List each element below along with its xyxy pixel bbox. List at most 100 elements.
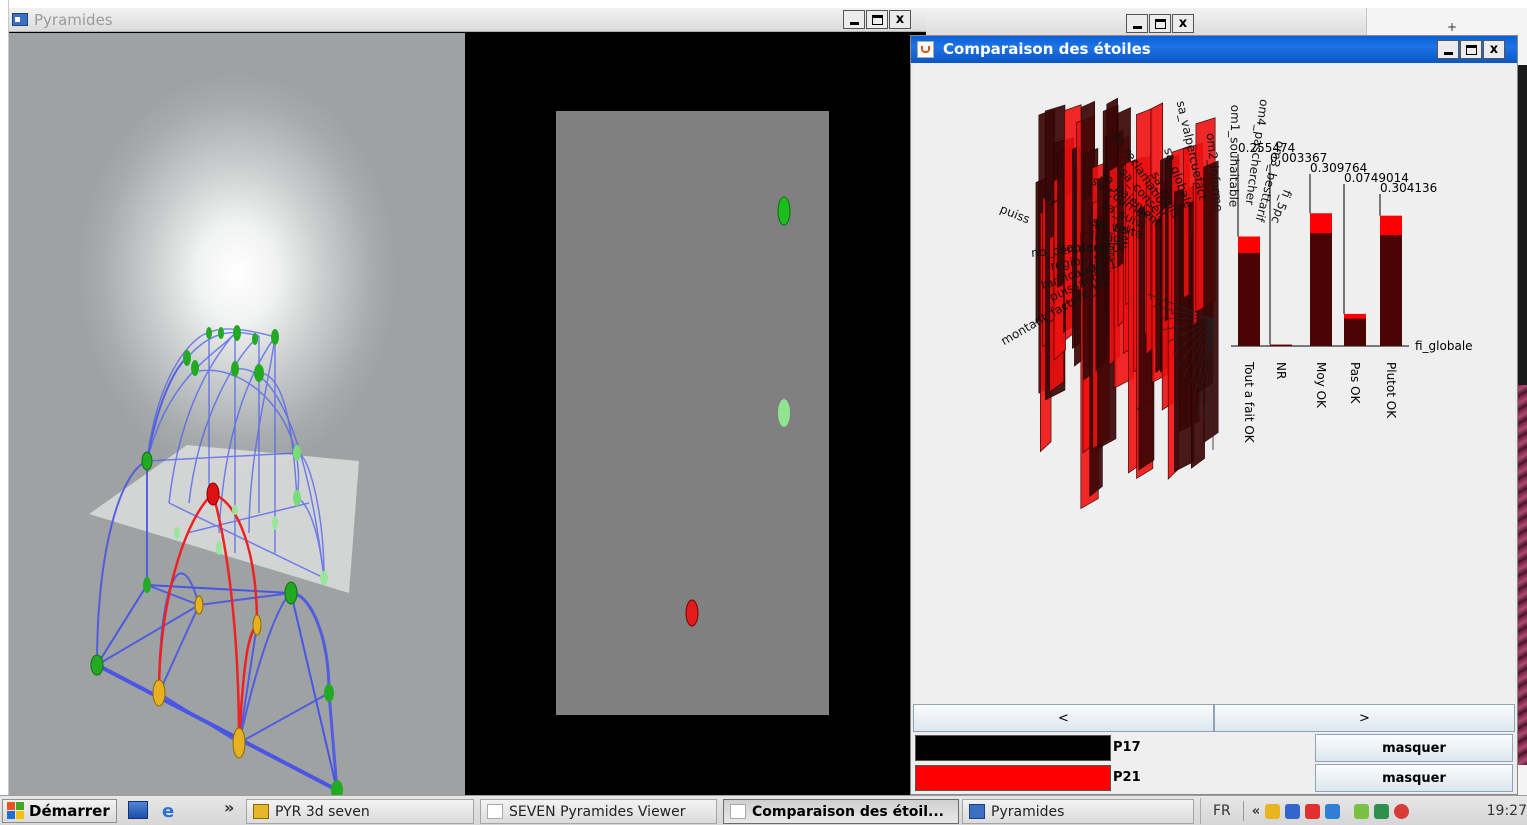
- translucent-plane: [89, 445, 359, 593]
- battery-icon[interactable]: [1354, 803, 1370, 819]
- taskbar: Démarrer e » PYR 3d seven SEVEN Pyramide…: [0, 795, 1527, 825]
- maximize-icon: [871, 14, 883, 25]
- volume-muted-icon[interactable]: [1394, 803, 1410, 819]
- taskbar-item-label: Comparaison des étoil...: [752, 803, 944, 820]
- close-button[interactable]: x: [1483, 40, 1505, 59]
- star-chart-svg: montant_facture_HTpuissancetarificationn…: [998, 97, 1473, 510]
- windows-flag-icon: [7, 802, 25, 820]
- pyramides-title: Pyramides: [34, 11, 113, 29]
- bar-value-label: 0.304136: [1380, 181, 1437, 195]
- taskbar-item-comparaison[interactable]: Comparaison des étoil...: [723, 799, 959, 824]
- star-comparison-chart[interactable]: montant_facture_HT puissance tarification n…: [913, 64, 1515, 704]
- tray-divider: [1242, 801, 1244, 821]
- security-shield-icon[interactable]: [1265, 803, 1281, 819]
- clock: 19:27: [1486, 803, 1527, 819]
- taskbar-item-label: Pyramides: [991, 803, 1065, 820]
- quicklaunch-chevron[interactable]: »: [224, 798, 234, 817]
- svg-text:e: e: [162, 801, 174, 819]
- taskbar-item-pyramides[interactable]: Pyramides: [962, 799, 1194, 824]
- node-marker: [778, 399, 790, 427]
- background-window-controls: x: [1126, 14, 1194, 33]
- close-button[interactable]: x: [889, 10, 911, 29]
- base-lines: [96, 584, 338, 792]
- legend-row-p17: P17 masquer: [913, 733, 1515, 763]
- star-axis-label: om1_souhaitable: [1227, 105, 1243, 208]
- legend-swatch-p21: [915, 765, 1111, 791]
- taskbar-item-label: SEVEN Pyramides Viewer: [509, 803, 686, 820]
- left-edge-strip: [0, 0, 9, 795]
- comparaison-titlebar[interactable]: Comparaison des étoiles x: [911, 36, 1517, 63]
- legend-label-p17: P17: [1113, 740, 1141, 755]
- close-icon: x: [1178, 16, 1188, 31]
- taskbar-item-seven-viewer[interactable]: SEVEN Pyramides Viewer: [480, 799, 717, 824]
- comparaison-title: Comparaison des étoiles: [943, 40, 1151, 58]
- taskbar-item-pyr-3d-seven[interactable]: PYR 3d seven: [246, 799, 474, 824]
- java-icon: [730, 804, 746, 819]
- pyramides-app-icon: [12, 13, 28, 26]
- tray-expand-button[interactable]: «: [1252, 804, 1260, 819]
- next-button[interactable]: >: [1214, 704, 1515, 732]
- maximize-button[interactable]: [866, 10, 888, 29]
- network-tool-icon[interactable]: [1285, 803, 1301, 819]
- star-axis-label: puiss: [998, 202, 1032, 227]
- bar-p17: [1310, 233, 1332, 346]
- internet-explorer-icon[interactable]: e: [160, 801, 180, 822]
- legend-label-p21: P21: [1113, 770, 1141, 785]
- system-tray: FR « 19:27: [1200, 798, 1527, 824]
- minimize-icon: [849, 22, 859, 25]
- hide-p17-button[interactable]: masquer: [1315, 734, 1513, 762]
- desktop: Pyramides x x + Comparaison des étoiles …: [0, 0, 1527, 825]
- maximize-button[interactable]: [1149, 14, 1171, 33]
- maximize-icon: [1465, 44, 1477, 55]
- monitor-icon[interactable]: [1374, 803, 1390, 819]
- minimize-icon: [1443, 52, 1453, 55]
- language-indicator[interactable]: FR: [1213, 803, 1231, 819]
- bar-p17: [1238, 252, 1260, 346]
- minimize-icon: [1132, 26, 1142, 29]
- bar-category-label: Tout a fait OK: [1242, 361, 1256, 444]
- bar-p17: [1270, 344, 1292, 346]
- close-icon: x: [895, 12, 905, 27]
- java-icon: [487, 804, 503, 819]
- pyramides-window-controls: x: [843, 10, 911, 29]
- pyramides-window: Pyramides x: [9, 8, 926, 795]
- previous-button[interactable]: <: [913, 704, 1214, 732]
- pyramid-3d-scene: [89, 325, 359, 795]
- close-icon: x: [1489, 42, 1499, 57]
- minimize-button[interactable]: [1437, 40, 1459, 59]
- bar-p17: [1380, 235, 1402, 346]
- maximize-icon: [1154, 18, 1166, 29]
- pyramid-2d-nodes: [685, 196, 791, 627]
- minimize-button[interactable]: [1126, 14, 1148, 33]
- navigation-row: < >: [913, 704, 1515, 732]
- pyramid-2d-panel[interactable]: [556, 111, 829, 715]
- antivirus-icon[interactable]: [1305, 803, 1321, 819]
- start-button[interactable]: Démarrer: [2, 799, 117, 823]
- show-desktop-icon[interactable]: [128, 801, 148, 819]
- pyramides-titlebar[interactable]: Pyramides x: [9, 8, 926, 32]
- folder-icon: [253, 804, 269, 819]
- globe-icon[interactable]: [1325, 803, 1341, 819]
- far-right-marks: +: [1447, 20, 1458, 34]
- hide-p21-button[interactable]: masquer: [1315, 764, 1513, 792]
- java-icon: [917, 41, 934, 58]
- bar-category-label: NR: [1274, 362, 1288, 379]
- window-icon: [969, 804, 985, 819]
- bar-category-label: Pas OK: [1348, 362, 1362, 405]
- maximize-button[interactable]: [1460, 40, 1482, 59]
- close-button[interactable]: x: [1172, 14, 1194, 33]
- wallpaper-strip: [1517, 65, 1527, 765]
- pyramid-2d-view[interactable]: [465, 33, 926, 795]
- background-window-titlebar[interactable]: x: [926, 8, 1366, 36]
- comparaison-window: Comparaison des étoiles x montant_factur…: [910, 35, 1518, 795]
- pyramid-3d-view[interactable]: [9, 33, 465, 795]
- node-marker: [777, 196, 791, 226]
- bar-category-label: Moy OK: [1314, 362, 1328, 409]
- bar-p17: [1344, 318, 1366, 346]
- minimize-button[interactable]: [843, 10, 865, 29]
- legend-row-p21: P21 masquer: [913, 763, 1515, 793]
- node-marker: [685, 599, 699, 627]
- taskbar-item-label: PYR 3d seven: [275, 803, 370, 820]
- bar-axis-label: fi_globale: [1415, 339, 1473, 353]
- comparaison-window-controls: x: [1437, 40, 1505, 59]
